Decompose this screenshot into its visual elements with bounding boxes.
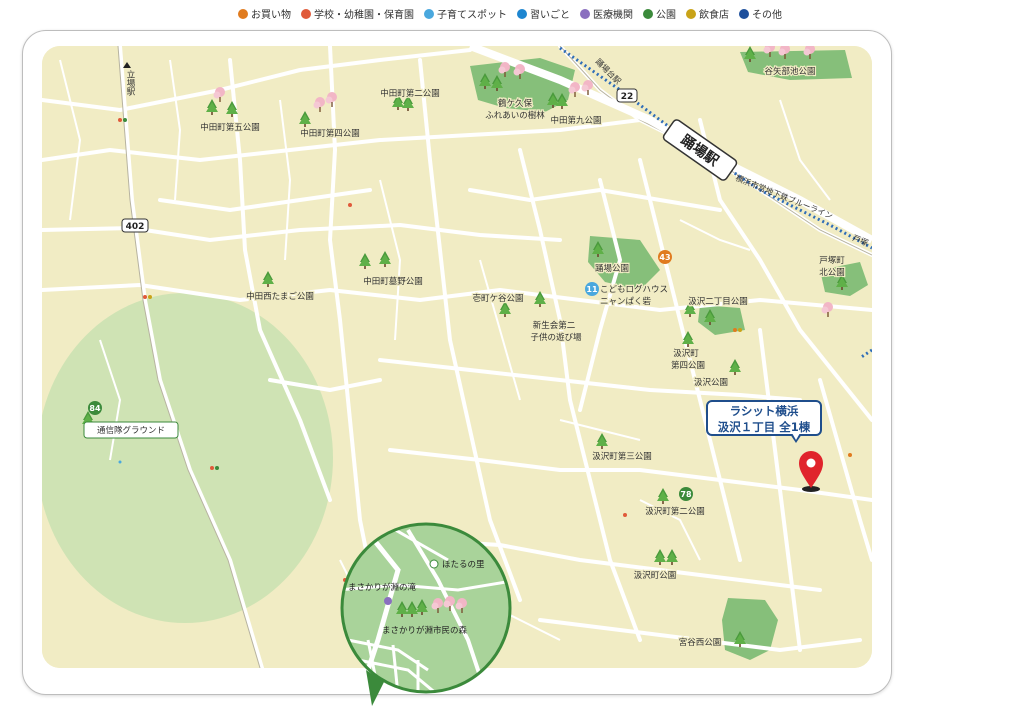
badge-43-label: 43: [659, 253, 670, 262]
property-callout[interactable]: ラシット横浜 汲沢１丁目 全1棟: [706, 400, 822, 436]
label-nakata-nishi: 中田西たまご公園: [246, 291, 314, 302]
legend-dot-icon: [739, 8, 749, 19]
label-nakata-2: 中田町第二公園: [380, 88, 440, 99]
label-gumisawa-town: 汲沢町公園: [634, 570, 677, 581]
label-odoriba-park: 踊場公園: [595, 263, 629, 274]
legend-item: お買い物: [238, 6, 291, 21]
label-tsurugakubo-1: 鶴ケ久保: [498, 98, 533, 109]
legend-dot-icon: [424, 8, 434, 19]
legend-label: 医療機関: [593, 10, 633, 21]
legend-label: その他: [752, 10, 782, 21]
inset-hotaru: ほたるの里: [442, 560, 485, 570]
legend-label: 子育てスポット: [437, 10, 507, 21]
legend-item: 習いごと: [517, 6, 570, 21]
legend-dot-icon: [301, 8, 311, 19]
badge-84-label: 84: [89, 404, 101, 413]
legend-label: 公園: [656, 10, 676, 21]
legend-label: 習いごと: [530, 10, 570, 21]
label-ichimachigaya: 壱町ケ谷公園: [472, 293, 523, 304]
legend-item: 学校・幼稚園・保育園: [301, 6, 414, 21]
label-shinsei-1: 新生会第二: [533, 320, 576, 331]
label-nakata-5: 中田町第五公園: [200, 122, 260, 133]
label-miyayanishi: 宮谷西公園: [679, 637, 722, 648]
legend-dot-icon: [238, 8, 248, 19]
route-22-label: 22: [621, 92, 634, 102]
label-nakata-4: 中田町第四公園: [300, 128, 360, 139]
label-kodomo-log-1: こどもログハウス: [600, 284, 668, 295]
legend-item: 子育てスポット: [424, 6, 507, 21]
legend-label: お買い物: [251, 10, 291, 21]
legend-dot-icon: [643, 8, 653, 19]
inset-masakari-falls: まさかりが淵の滝: [348, 582, 417, 593]
route-402-label: 402: [126, 222, 145, 232]
label-gumisawa-4-1: 汲沢町: [673, 348, 699, 359]
label-yadobe: 谷矢部池公園: [764, 66, 815, 77]
label-gumisawa-2: 汲沢町第二公園: [645, 506, 705, 517]
callout-line-1: ラシット横浜: [729, 404, 799, 418]
legend-dot-icon: [580, 8, 590, 19]
label-tsurugakubo-2: ふれあいの樹林: [485, 110, 545, 121]
legend-item: 飲食店: [686, 6, 729, 21]
label-gumisawa-2chome: 汲沢二丁目公園: [688, 296, 748, 307]
inset-masakari-forest: まさかりが淵市民の森: [382, 625, 468, 636]
label-gumisawa-park: 汲沢公園: [694, 377, 728, 388]
legend-item: 公園: [643, 6, 676, 21]
label-gumisawa-4-2: 第四公園: [671, 360, 705, 371]
label-totsuka-kita-1: 戸塚町: [819, 256, 845, 266]
label-nakata-9: 中田第九公園: [550, 115, 601, 126]
label-kodomo-log-2: ニャンぱく砦: [600, 296, 651, 307]
map-legend: お買い物 学校・幼稚園・保育園 子育てスポット 習いごと 医療機関 公園 飲食店 その他: [0, 6, 1020, 21]
tsushintai-label: 通信隊グラウンド: [97, 425, 165, 436]
label-totsuka-kita-2: 北公園: [819, 268, 845, 278]
badge-78-label: 78: [680, 490, 692, 499]
tachiba-station-label: 立場駅: [125, 69, 135, 96]
legend-dot-icon: [517, 8, 527, 19]
legend-label: 学校・幼稚園・保育園: [314, 10, 414, 21]
inset-map[interactable]: ほたるの里 まさかりが淵の滝 まさかりが淵市民の森: [338, 520, 518, 712]
label-gumisawa-3: 汲沢町第三公園: [592, 451, 652, 462]
callout-line-2: 汲沢１丁目 全1棟: [717, 420, 811, 434]
legend-item: その他: [739, 6, 782, 21]
legend-item: 医療機関: [580, 6, 633, 21]
label-shinsei-2: 子供の遊び場: [530, 332, 582, 343]
legend-label: 飲食店: [699, 10, 729, 21]
legend-dot-icon: [686, 8, 696, 19]
badge-11-label: 11: [586, 285, 598, 294]
label-nakata-bono: 中田町墓野公園: [363, 276, 423, 287]
